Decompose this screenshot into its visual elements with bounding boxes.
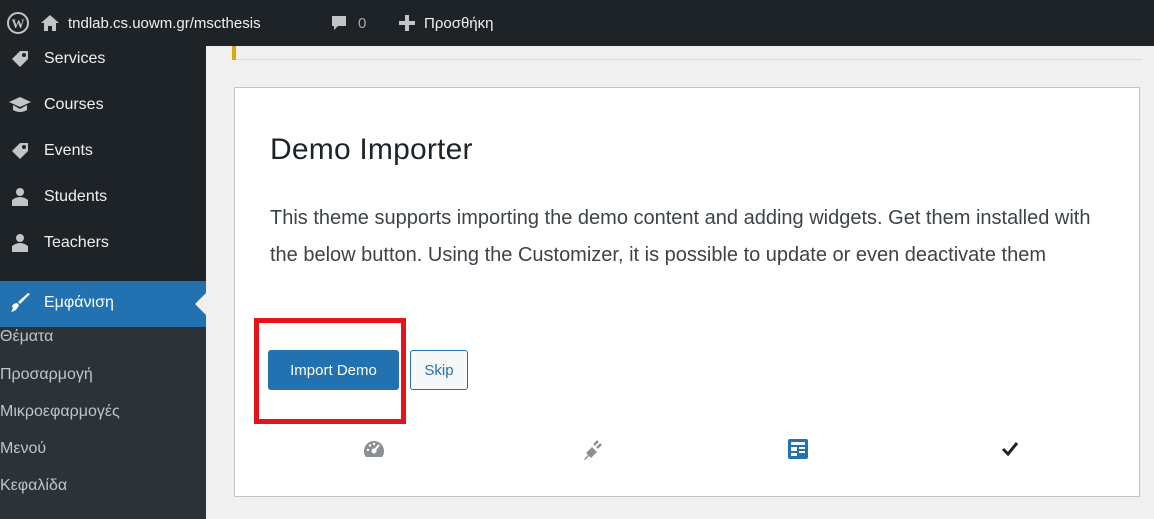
- comments-count: 0: [358, 14, 367, 32]
- sidebar-item-students[interactable]: Students: [0, 174, 206, 220]
- sidebar-item-label: Students: [44, 188, 108, 205]
- paintbrush-icon: [8, 292, 32, 319]
- site-name-link[interactable]: tndlab.cs.uowm.gr/mscthesis: [40, 0, 261, 46]
- submenu-label: Θέματα: [0, 328, 54, 345]
- notice-border: [232, 46, 236, 60]
- home-icon: [40, 14, 60, 32]
- sidebar-item-services[interactable]: Services: [0, 46, 206, 82]
- tag-icon: [8, 139, 32, 163]
- submenu-item-widgets[interactable]: Μικροεφαρμογές: [0, 394, 120, 430]
- widgets-icon: [786, 437, 810, 461]
- graduation-cap-icon: [8, 93, 32, 117]
- demo-importer-card: Demo Importer This theme supports import…: [234, 87, 1140, 497]
- comment-bubble-icon: [330, 14, 348, 32]
- users-icon: [8, 185, 32, 209]
- submenu-label: Προσαρμογή: [0, 366, 93, 383]
- submenu-label: Κεφαλίδα: [0, 477, 68, 494]
- submenu-item-customize[interactable]: Προσαρμογή: [0, 357, 93, 393]
- sidebar-item-label: Courses: [44, 96, 104, 113]
- sidebar-item-label: Teachers: [44, 234, 109, 251]
- svg-text:W: W: [12, 16, 25, 31]
- submenu-label: Μικροεφαρμογές: [0, 403, 120, 420]
- plugin-icon: [579, 437, 603, 461]
- skip-button[interactable]: Skip: [410, 350, 468, 390]
- site-name: tndlab.cs.uowm.gr/mscthesis: [68, 14, 261, 32]
- wordpress-logo-icon[interactable]: W: [6, 0, 30, 46]
- admin-bar: W tndlab.cs.uowm.gr/mscthesis 0 Προσθήκη: [0, 0, 1154, 46]
- notice-divider: [236, 59, 1142, 60]
- importer-description: This theme supports importing the demo c…: [270, 207, 1091, 266]
- sidebar-item-label: Εμφάνιση: [44, 294, 114, 311]
- comments-link[interactable]: 0: [330, 0, 366, 46]
- submenu-item-menus[interactable]: Μενού: [0, 431, 46, 467]
- sidebar-item-courses[interactable]: Courses: [0, 82, 206, 128]
- sidebar-item-label: Events: [44, 142, 93, 159]
- submenu-item-header[interactable]: Κεφαλίδα: [0, 468, 67, 504]
- users-icon: [8, 231, 32, 255]
- dashboard-icon: [362, 437, 386, 461]
- new-content-label: Προσθήκη: [424, 14, 494, 32]
- plus-icon: [398, 14, 416, 32]
- new-content-link[interactable]: Προσθήκη: [398, 0, 494, 46]
- submenu-label: Μενού: [0, 440, 47, 457]
- checkmark-icon: [998, 437, 1022, 461]
- current-menu-arrow: [195, 293, 206, 315]
- sidebar-item-label: Services: [44, 50, 106, 67]
- admin-sidebar: Services Courses Events Students Teacher…: [0, 46, 206, 519]
- page-title: Demo Importer: [270, 133, 473, 166]
- submenu-item-themes[interactable]: Θέματα: [0, 319, 53, 355]
- sidebar-item-teachers[interactable]: Teachers: [0, 220, 206, 266]
- tag-icon: [8, 47, 32, 71]
- sidebar-item-events[interactable]: Events: [0, 128, 206, 174]
- highlight-box: [254, 318, 406, 424]
- appearance-submenu: Θέματα Προσαρμογή Μικροεφαρμογές Μενού Κ…: [0, 327, 206, 519]
